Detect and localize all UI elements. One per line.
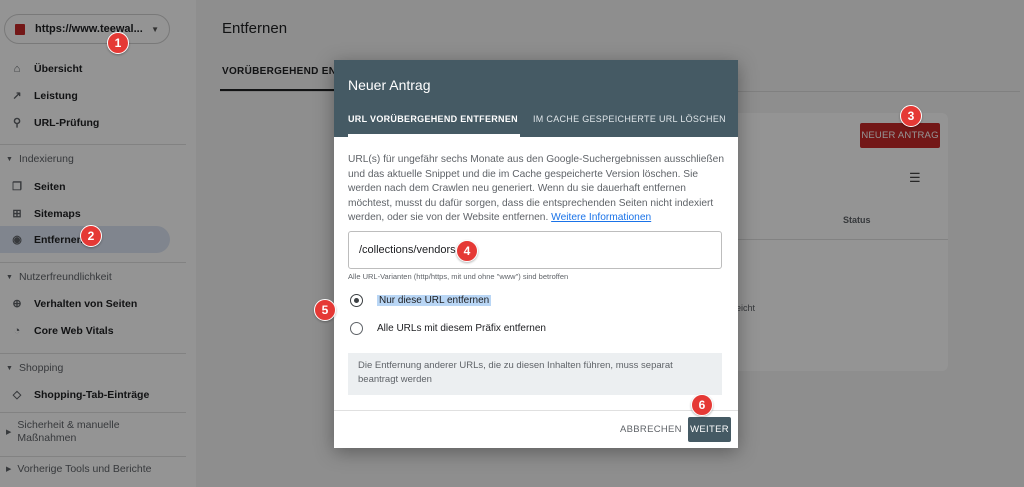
tab-remove-url-temporarily[interactable]: URL VORÜBERGEHEND ENTFERNEN — [348, 114, 518, 124]
radio-prefix[interactable]: Alle URLs mit diesem Präfix entfernen — [350, 322, 546, 335]
url-input[interactable]: /collections/vendors — [348, 231, 722, 269]
url-hint: Alle URL-Varianten (http/https, mit und … — [348, 272, 569, 281]
description-text: URL(s) für ungefähr sechs Monate aus den… — [348, 154, 725, 224]
step-badge: 3 — [900, 105, 922, 127]
next-button[interactable]: WEITER — [688, 417, 731, 442]
radio-label: Alle URLs mit diesem Präfix entfernen — [377, 323, 546, 334]
radio-unselected-icon[interactable] — [350, 322, 363, 335]
more-info-link[interactable]: Weitere Informationen — [551, 212, 651, 223]
tab-clear-cached-url[interactable]: IM CACHE GESPEICHERTE URL LÖSCHEN — [533, 114, 726, 124]
step-badge: 6 — [691, 394, 713, 416]
radio-selected-icon[interactable] — [350, 294, 363, 307]
step-badge: 4 — [456, 240, 478, 262]
dialog-description: URL(s) für ungefähr sechs Monate aus den… — [348, 153, 728, 226]
radio-only-this-url[interactable]: Nur diese URL entfernen — [350, 294, 492, 307]
notice-box: Die Entfernung anderer URLs, die zu dies… — [348, 353, 722, 395]
new-request-dialog: Neuer Antrag URL VORÜBERGEHEND ENTFERNEN… — [334, 60, 738, 448]
radio-label: Nur diese URL entfernen — [377, 295, 492, 306]
divider — [334, 410, 738, 411]
dialog-title: Neuer Antrag — [348, 77, 431, 93]
cancel-button[interactable]: ABBRECHEN — [620, 424, 682, 435]
step-badge: 5 — [314, 299, 336, 321]
tab-indicator — [348, 134, 520, 137]
step-badge: 2 — [80, 225, 102, 247]
url-input-value: /collections/vendors — [359, 244, 456, 256]
dialog-header: Neuer Antrag URL VORÜBERGEHEND ENTFERNEN… — [334, 60, 738, 137]
step-badge: 1 — [107, 32, 129, 54]
